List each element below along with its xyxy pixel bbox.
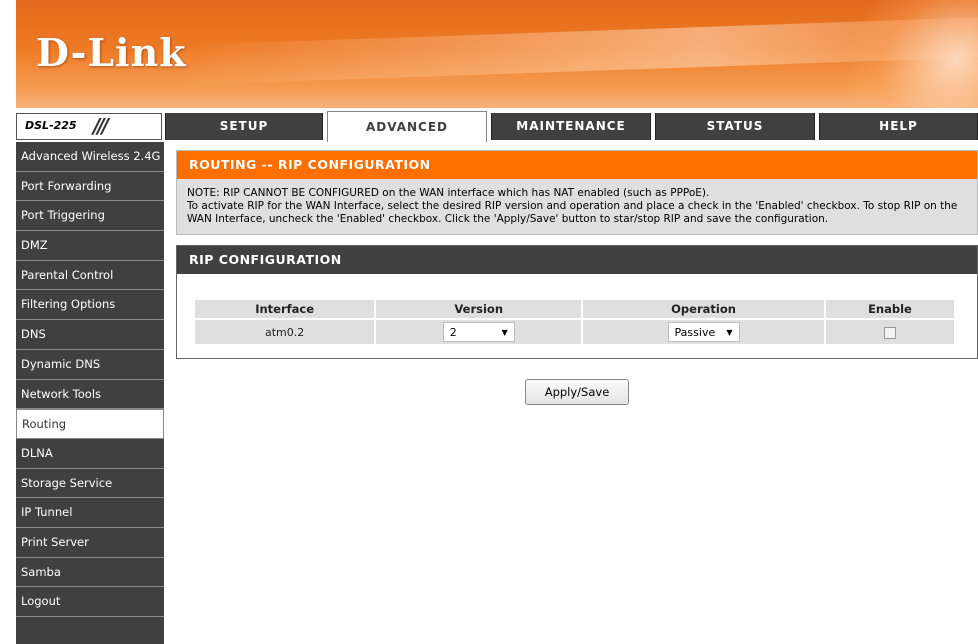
sidebar-item-port-triggering[interactable]: Port Triggering: [16, 201, 164, 232]
rip-table: Interface Version Operation Enable atm0.…: [193, 298, 956, 346]
panel-title: RIP CONFIGURATION: [177, 246, 977, 274]
tab-status[interactable]: STATUS: [655, 113, 815, 140]
panel-body: Interface Version Operation Enable atm0.…: [177, 274, 977, 358]
dlink-logo: D-Link: [36, 30, 187, 75]
sidebar-item-samba[interactable]: Samba: [16, 558, 164, 588]
sidebar: Advanced Wireless 2.4G Port Forwarding P…: [16, 142, 164, 644]
version-value: 2: [449, 325, 457, 339]
sidebar-item-storage-service[interactable]: Storage Service: [16, 469, 164, 499]
sidebar-item-advanced-wireless[interactable]: Advanced Wireless 2.4G: [16, 142, 164, 172]
sidebar-item-logout[interactable]: Logout: [16, 587, 164, 617]
model-decoration: ///: [93, 114, 109, 138]
column-header-interface: Interface: [195, 300, 375, 318]
sidebar-item-parental-control[interactable]: Parental Control: [16, 261, 164, 291]
interface-cell: atm0.2: [195, 320, 375, 344]
apply-save-button[interactable]: Apply/Save: [525, 379, 629, 405]
banner-glow: [802, 0, 978, 108]
section-note: NOTE: RIP CANNOT BE CONFIGURED on the WA…: [177, 179, 977, 234]
table-header-row: Interface Version Operation Enable: [195, 300, 954, 318]
note-line-1: NOTE: RIP CANNOT BE CONFIGURED on the WA…: [187, 187, 710, 199]
operation-cell: Passive ▼: [583, 320, 824, 344]
version-cell: 2 ▼: [376, 320, 582, 344]
operation-select[interactable]: Passive ▼: [667, 322, 740, 342]
tab-maintenance[interactable]: MAINTENANCE: [491, 113, 651, 140]
enable-cell: [825, 320, 954, 344]
sidebar-item-dynamic-dns[interactable]: Dynamic DNS: [16, 350, 164, 380]
sidebar-item-port-forwarding[interactable]: Port Forwarding: [16, 172, 164, 202]
chevron-down-icon: ▼: [726, 327, 733, 337]
tab-advanced[interactable]: ADVANCED: [327, 111, 487, 142]
model-box: DSL-225 ///: [16, 113, 162, 140]
column-header-enable: Enable: [825, 300, 954, 318]
main-content: ROUTING -- RIP CONFIGURATION NOTE: RIP C…: [176, 150, 978, 405]
tab-setup[interactable]: SETUP: [165, 113, 323, 140]
routing-rip-section: ROUTING -- RIP CONFIGURATION NOTE: RIP C…: [176, 150, 978, 235]
sidebar-item-dmz[interactable]: DMZ: [16, 231, 164, 261]
section-title: ROUTING -- RIP CONFIGURATION: [177, 151, 977, 179]
main-tabs: SETUP ADVANCED MAINTENANCE STATUS HELP: [165, 111, 978, 142]
sidebar-item-ip-tunnel[interactable]: IP Tunnel: [16, 498, 164, 528]
operation-value: Passive: [674, 325, 716, 339]
sidebar-item-routing[interactable]: Routing: [16, 409, 164, 439]
table-row: atm0.2 2 ▼ Passive ▼: [195, 320, 954, 344]
rip-configuration-panel: RIP CONFIGURATION Interface Version Oper…: [176, 245, 978, 359]
enable-checkbox[interactable]: [883, 326, 896, 339]
version-select[interactable]: 2 ▼: [442, 322, 515, 342]
header-banner: D-Link: [16, 0, 978, 108]
tab-help[interactable]: HELP: [819, 113, 978, 140]
apply-row: Apply/Save: [176, 379, 978, 405]
sidebar-item-dlna[interactable]: DLNA: [16, 439, 164, 469]
column-header-operation: Operation: [583, 300, 824, 318]
column-header-version: Version: [376, 300, 582, 318]
sidebar-item-dns[interactable]: DNS: [16, 320, 164, 350]
chevron-down-icon: ▼: [501, 327, 508, 337]
note-line-2: To activate RIP for the WAN Interface, s…: [187, 200, 958, 225]
sidebar-item-filtering-options[interactable]: Filtering Options: [16, 290, 164, 321]
sidebar-item-network-tools[interactable]: Network Tools: [16, 380, 164, 410]
model-name: DSL-225: [25, 119, 77, 132]
sidebar-item-print-server[interactable]: Print Server: [16, 528, 164, 558]
